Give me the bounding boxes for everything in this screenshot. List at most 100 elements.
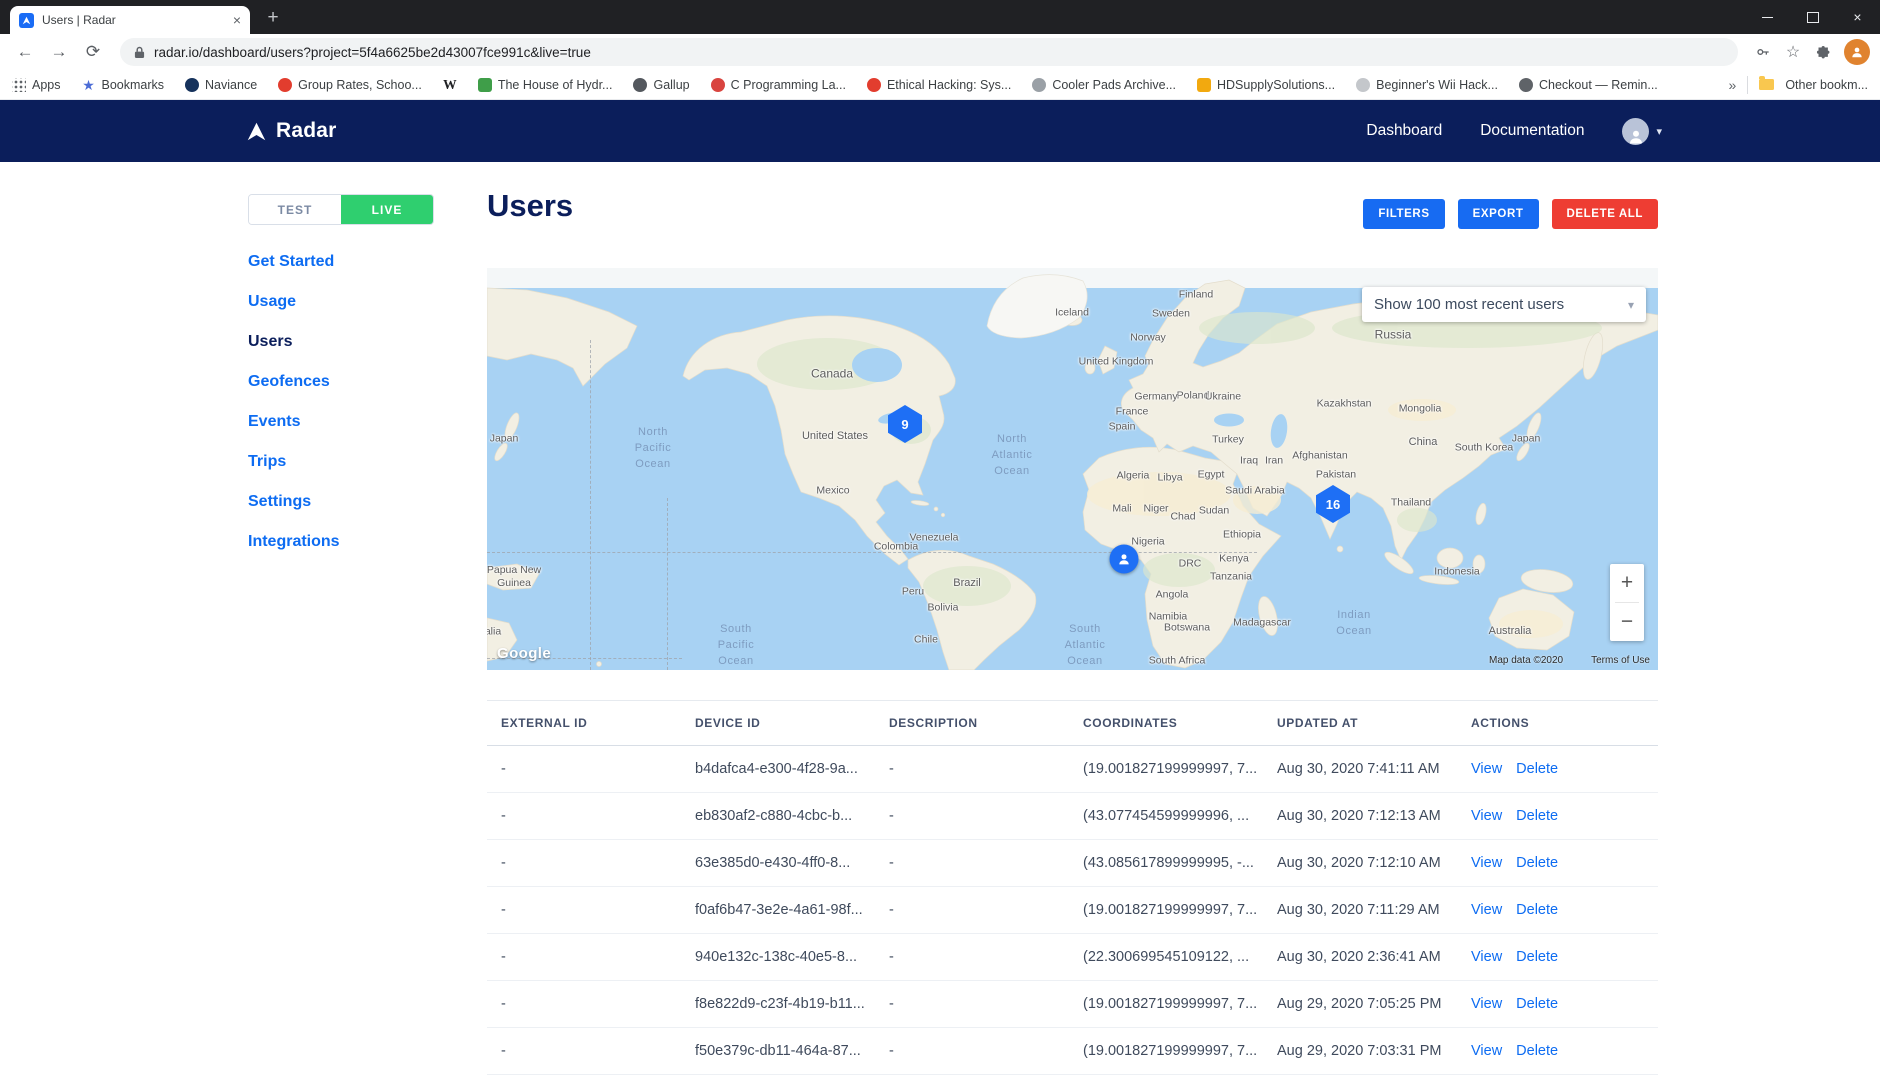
bookmark-item[interactable]: Cooler Pads Archive... bbox=[1032, 77, 1176, 92]
view-link[interactable]: View bbox=[1471, 855, 1502, 871]
cell-coordinates: (19.001827199999997, 7... bbox=[1083, 996, 1258, 1012]
sidebar-item-usage[interactable]: Usage bbox=[248, 292, 340, 311]
view-link[interactable]: View bbox=[1471, 808, 1502, 824]
sidebar-nav: Get Started Usage Users Geofences Events Trip… bbox=[248, 252, 340, 572]
bookmark-star-icon[interactable]: ☆ bbox=[1780, 42, 1806, 62]
cell-device-id: f50e379c-db11-464a-87... bbox=[695, 1043, 861, 1059]
delete-link[interactable]: Delete bbox=[1516, 902, 1558, 918]
favicon-icon bbox=[866, 77, 881, 92]
table-body: - b4dafca4-e300-4f28-9a... - (19.0018271999… bbox=[487, 746, 1658, 1075]
sidebar-item-settings[interactable]: Settings bbox=[248, 492, 340, 511]
user-location-marker[interactable] bbox=[1109, 544, 1139, 574]
apps-grid-icon bbox=[12, 77, 26, 92]
delete-link[interactable]: Delete bbox=[1516, 808, 1558, 824]
cell-actions: View Delete bbox=[1457, 761, 1658, 777]
export-button[interactable]: EXPORT bbox=[1457, 199, 1539, 229]
bookmark-item[interactable]: Ethical Hacking: Sys... bbox=[866, 77, 1012, 92]
favicon-icon bbox=[1356, 77, 1371, 92]
view-link[interactable]: View bbox=[1471, 761, 1502, 777]
favicon-icon: W bbox=[443, 77, 457, 92]
bookmark-label: Apps bbox=[32, 77, 61, 92]
cluster-marker[interactable]: 16 bbox=[1316, 485, 1350, 523]
bookmark-item[interactable]: Naviance bbox=[185, 77, 257, 92]
bookmarks-overflow-icon[interactable]: » bbox=[1729, 77, 1737, 93]
test-toggle-button[interactable]: TEST bbox=[249, 195, 341, 224]
bookmark-item[interactable]: Gallup bbox=[633, 77, 690, 92]
back-icon[interactable]: ← bbox=[10, 42, 40, 62]
bookmark-item[interactable]: Apps bbox=[12, 77, 61, 92]
bookmark-item[interactable]: Beginner's Wii Hack... bbox=[1356, 77, 1498, 92]
bookmark-item[interactable]: C Programming La... bbox=[710, 77, 846, 92]
map-markers: 9 16 bbox=[487, 268, 1658, 670]
live-toggle-button[interactable]: LIVE bbox=[341, 195, 433, 224]
favicon-icon bbox=[1196, 77, 1211, 92]
table-row: - f50e379c-db11-464a-87... - (19.0018271999… bbox=[487, 1028, 1658, 1075]
zoom-out-button[interactable]: − bbox=[1610, 603, 1644, 641]
bookmark-item[interactable]: ★ Bookmarks bbox=[82, 78, 164, 92]
delete-link[interactable]: Delete bbox=[1516, 949, 1558, 965]
bookmark-label: The House of Hydr... bbox=[497, 77, 613, 92]
account-menu[interactable]: ▾ bbox=[1622, 117, 1662, 145]
delete-link[interactable]: Delete bbox=[1516, 761, 1558, 777]
nav-link-documentation[interactable]: Documentation bbox=[1480, 122, 1584, 140]
extensions-puzzle-icon[interactable] bbox=[1810, 45, 1836, 60]
reload-icon[interactable]: ⟳ bbox=[78, 42, 108, 62]
bookmark-item[interactable]: W bbox=[443, 78, 457, 92]
delete-all-button[interactable]: DELETE ALL bbox=[1551, 199, 1658, 229]
terms-of-use-link[interactable]: Terms of Use bbox=[1591, 655, 1650, 666]
favicon-icon bbox=[710, 77, 725, 92]
new-tab-button[interactable]: + bbox=[260, 5, 286, 31]
cluster-marker[interactable]: 9 bbox=[888, 405, 922, 443]
close-icon[interactable]: × bbox=[1835, 0, 1880, 34]
tab-close-icon[interactable]: × bbox=[233, 13, 241, 27]
person-icon bbox=[1119, 554, 1129, 565]
bookmark-item[interactable]: Group Rates, Schoo... bbox=[278, 77, 422, 92]
sidebar-item-trips[interactable]: Trips bbox=[248, 452, 340, 471]
delete-link[interactable]: Delete bbox=[1516, 996, 1558, 1012]
cell-external-id: - bbox=[501, 902, 506, 918]
bookmarks-bar: Apps ★ Bookmarks Naviance Group Rates, Schoo… bbox=[0, 70, 1880, 100]
browser-toolbar: ← → ⟳ radar.io/dashboard/users?project=5… bbox=[0, 34, 1880, 70]
bookmark-item[interactable]: Checkout — Remin... bbox=[1518, 77, 1658, 92]
browser-tab[interactable]: Users | Radar × bbox=[10, 6, 250, 34]
profile-avatar[interactable] bbox=[1844, 39, 1870, 65]
minimize-icon[interactable] bbox=[1745, 0, 1790, 34]
page-title: Users bbox=[487, 188, 574, 223]
environment-toggle: TEST LIVE bbox=[248, 194, 434, 225]
view-link[interactable]: View bbox=[1471, 949, 1502, 965]
sidebar-item-get-started[interactable]: Get Started bbox=[248, 252, 340, 271]
bookmark-label: Beginner's Wii Hack... bbox=[1376, 77, 1498, 92]
key-icon[interactable] bbox=[1750, 44, 1776, 60]
view-link[interactable]: View bbox=[1471, 996, 1502, 1012]
bookmark-item[interactable]: The House of Hydr... bbox=[477, 77, 613, 92]
sidebar-item-users[interactable]: Users bbox=[248, 332, 340, 351]
cell-external-id: - bbox=[501, 996, 506, 1012]
recent-users-dropdown[interactable]: Show 100 most recent users ▾ bbox=[1362, 287, 1646, 322]
zoom-in-button[interactable]: + bbox=[1610, 564, 1644, 602]
column-header: EXTERNAL ID bbox=[501, 716, 588, 730]
chevron-down-icon: ▾ bbox=[1627, 297, 1634, 312]
table-row: - eb830af2-c880-4cbc-b... - (43.07745459999… bbox=[487, 793, 1658, 840]
delete-link[interactable]: Delete bbox=[1516, 1043, 1558, 1059]
sidebar-item-geofences[interactable]: Geofences bbox=[248, 372, 340, 391]
delete-link[interactable]: Delete bbox=[1516, 855, 1558, 871]
bookmarks-divider bbox=[1747, 75, 1749, 94]
forward-icon[interactable]: → bbox=[44, 42, 74, 62]
sidebar-item-events[interactable]: Events bbox=[248, 412, 340, 431]
maximize-icon[interactable] bbox=[1790, 0, 1835, 34]
view-link[interactable]: View bbox=[1471, 902, 1502, 918]
filters-button[interactable]: FILTERS bbox=[1363, 199, 1445, 229]
cell-coordinates: (22.300699545109122, ... bbox=[1083, 949, 1250, 965]
sidebar-item-integrations[interactable]: Integrations bbox=[248, 532, 340, 551]
bookmark-item[interactable]: HDSupplySolutions... bbox=[1196, 77, 1335, 92]
bookmark-label: Ethical Hacking: Sys... bbox=[886, 77, 1012, 92]
cell-external-id: - bbox=[501, 1043, 506, 1059]
users-map[interactable]: Russia Canada United States Mexico Brazil Chi… bbox=[487, 268, 1658, 670]
view-link[interactable]: View bbox=[1471, 1043, 1502, 1059]
google-logo: Google bbox=[497, 645, 552, 662]
url-bar[interactable]: radar.io/dashboard/users?project=5f4a662… bbox=[120, 38, 1738, 66]
cell-device-id: b4dafca4-e300-4f28-9a... bbox=[695, 761, 858, 777]
other-bookmarks[interactable]: Other bookm... bbox=[1785, 78, 1868, 92]
nav-link-dashboard[interactable]: Dashboard bbox=[1366, 122, 1442, 140]
radar-logo[interactable]: Radar bbox=[246, 119, 337, 143]
